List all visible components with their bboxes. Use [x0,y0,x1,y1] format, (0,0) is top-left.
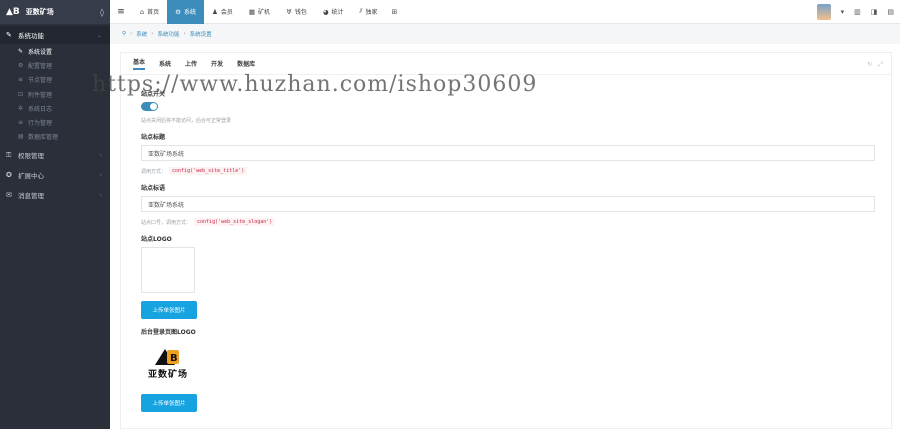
sidebar-item-config[interactable]: ⚙ 配置管理 [0,58,110,72]
site-slogan-help: 站点口号，调用方式： config('web_site_slogan') [141,218,871,226]
puzzle-icon: ✪ [6,171,12,180]
site-switch-help: 站点关闭后将不能访问，后台可正常登录 [141,118,232,124]
tab-upload[interactable]: 上传 [185,59,197,68]
sidebar-item-database[interactable]: ▤ 数据库管理 [0,130,110,144]
chart-icon: ⫽ [359,7,363,15]
chevron-down-icon[interactable]: ▾ [841,8,845,16]
message-icon: ✉ [6,191,12,200]
top-navbar: ≡ ⌂ 首页 ⚙ 系统 ♟ 会员 ▦ 矿机 ♅ 钱包 ◕ 统计 ⫽ 独家 ⊞ ▾… [110,0,900,24]
server-icon: ▦ [248,7,255,16]
tab-basic[interactable]: 基本 [133,57,146,70]
breadcrumb-item[interactable]: 系统设置 [190,30,212,38]
site-title-help: 调用方式： config('web_site_title') [141,167,871,175]
chevron-left-icon: ‹ [99,171,102,179]
tab-database[interactable]: 数据库 [237,59,255,68]
settings-form: 站点开关 站点关闭后将不能访问，后台可正常登录 站点标题 亚数矿场系统 调用方式… [121,75,891,418]
login-logo-preview: B 亚数矿场 [141,340,195,386]
nav-exclusive[interactable]: ⫽ 独家 [352,0,386,24]
login-logo-text: 亚数矿场 [147,369,188,380]
sidebar-item-actions[interactable]: ≡ 行为管理 [0,115,110,129]
wallet-icon: ♅ [286,7,292,16]
watermark: https://www.huzhan.com/ishop30609 [92,72,538,97]
site-slogan-input[interactable]: 亚数矿场系统 [141,196,875,212]
chevron-left-icon: ‹ [99,191,102,199]
login-logo-label: 后台登录页图LOGO [141,329,196,336]
breadcrumb-item[interactable]: 系统 [136,30,147,38]
site-title-input[interactable]: 亚数矿场系统 [141,145,875,161]
nav-members[interactable]: ♟ 会员 [204,0,241,24]
key-icon: ⚿ [6,150,12,159]
settings-panel-icon[interactable]: ▤ [887,8,894,16]
sidebar-brand[interactable]: ▲B 亚数矿场 ◊ [0,0,110,24]
location-icon: ⚲ [122,31,127,37]
user-icon: ♟ [212,7,218,16]
nav-stats[interactable]: ◕ 统计 [315,0,352,24]
grid-icon[interactable]: ⊞ [391,8,397,16]
site-title-label: 站点标题 [141,134,166,141]
site-logo-label: 站点LOGO [141,236,172,243]
config-code: config('web_site_slogan') [194,218,276,226]
site-switch-toggle[interactable] [141,102,158,111]
wrench-icon: ✎ [18,47,24,55]
trash-icon[interactable]: ▥ [854,8,861,16]
list-icon: ≡ [18,76,24,84]
brand-logo-icon: ▲B [6,7,20,17]
panel-tools: ↻ ⤢ [867,61,883,69]
svg-text:B: B [170,353,178,364]
settings-panel: 基本 系统 上传 开发 数据库 ↻ ⤢ 站点开关 站点关闭后将不能访问，后台可正… [120,52,892,429]
droplet-icon[interactable]: ◊ [100,8,104,17]
home-icon: ⌂ [140,7,145,16]
sidebar-group-system[interactable]: ✎ 系统功能 ⌄ [0,26,110,44]
wrench-icon: ✎ [6,31,12,39]
nav-system[interactable]: ⚙ 系统 [167,0,204,24]
sidebar: ▲B 亚数矿场 ◊ ✎ 系统功能 ⌄ ✎ 系统设置 ⚙ 配置管理 ≡ 节点管理 … [0,0,110,429]
sidebar-group-messages[interactable]: ✉ 消息管理 ‹ [0,186,110,204]
sidebar-group-extensions[interactable]: ✪ 扩展中心 ‹ [0,166,110,184]
fullscreen-icon[interactable]: ◨ [871,8,878,16]
config-code: config('web_site_title') [169,167,248,175]
nav-wallet[interactable]: ♅ 钱包 [278,0,315,24]
site-slogan-label: 站点标语 [141,185,166,192]
tab-system[interactable]: 系统 [159,59,171,68]
upload-logo-button[interactable]: 上传单张图片 [141,301,197,319]
pie-icon: ◕ [322,7,329,16]
expand-icon[interactable]: ⤢ [878,61,883,69]
brand-name: 亚数矿场 [25,8,54,16]
sidebar-item-system-settings[interactable]: ✎ 系统设置 [0,44,110,58]
nav-home[interactable]: ⌂ 首页 [132,0,167,24]
nav-miners[interactable]: ▦ 矿机 [241,0,278,24]
database-icon: ▤ [18,133,24,141]
tab-develop[interactable]: 开发 [211,59,223,68]
sidebar-group-permissions[interactable]: ⚿ 权限管理 ‹ [0,146,110,164]
sidebar-item-logs[interactable]: ✲ 系统日志 [0,101,110,115]
chevron-left-icon: ‹ [99,151,102,159]
refresh-icon[interactable]: ↻ [867,61,872,69]
brand-logo-icon: B [155,348,179,365]
action-icon: ≡ [18,119,24,127]
breadcrumb: ⚲ › 系统 › 系统功能 › 系统设置 [110,24,900,44]
site-logo-preview [141,247,195,293]
chevron-down-icon: ⌄ [96,31,102,39]
log-icon: ✲ [18,104,24,112]
config-icon: ⚙ [18,61,24,69]
gear-icon: ⚙ [175,7,181,16]
attachment-icon: ⊡ [18,90,24,98]
breadcrumb-item[interactable]: 系统功能 [157,30,179,38]
upload-login-logo-button[interactable]: 上传单张图片 [141,394,197,412]
menu-toggle-icon[interactable]: ≡ [110,7,132,17]
avatar[interactable] [816,4,831,20]
